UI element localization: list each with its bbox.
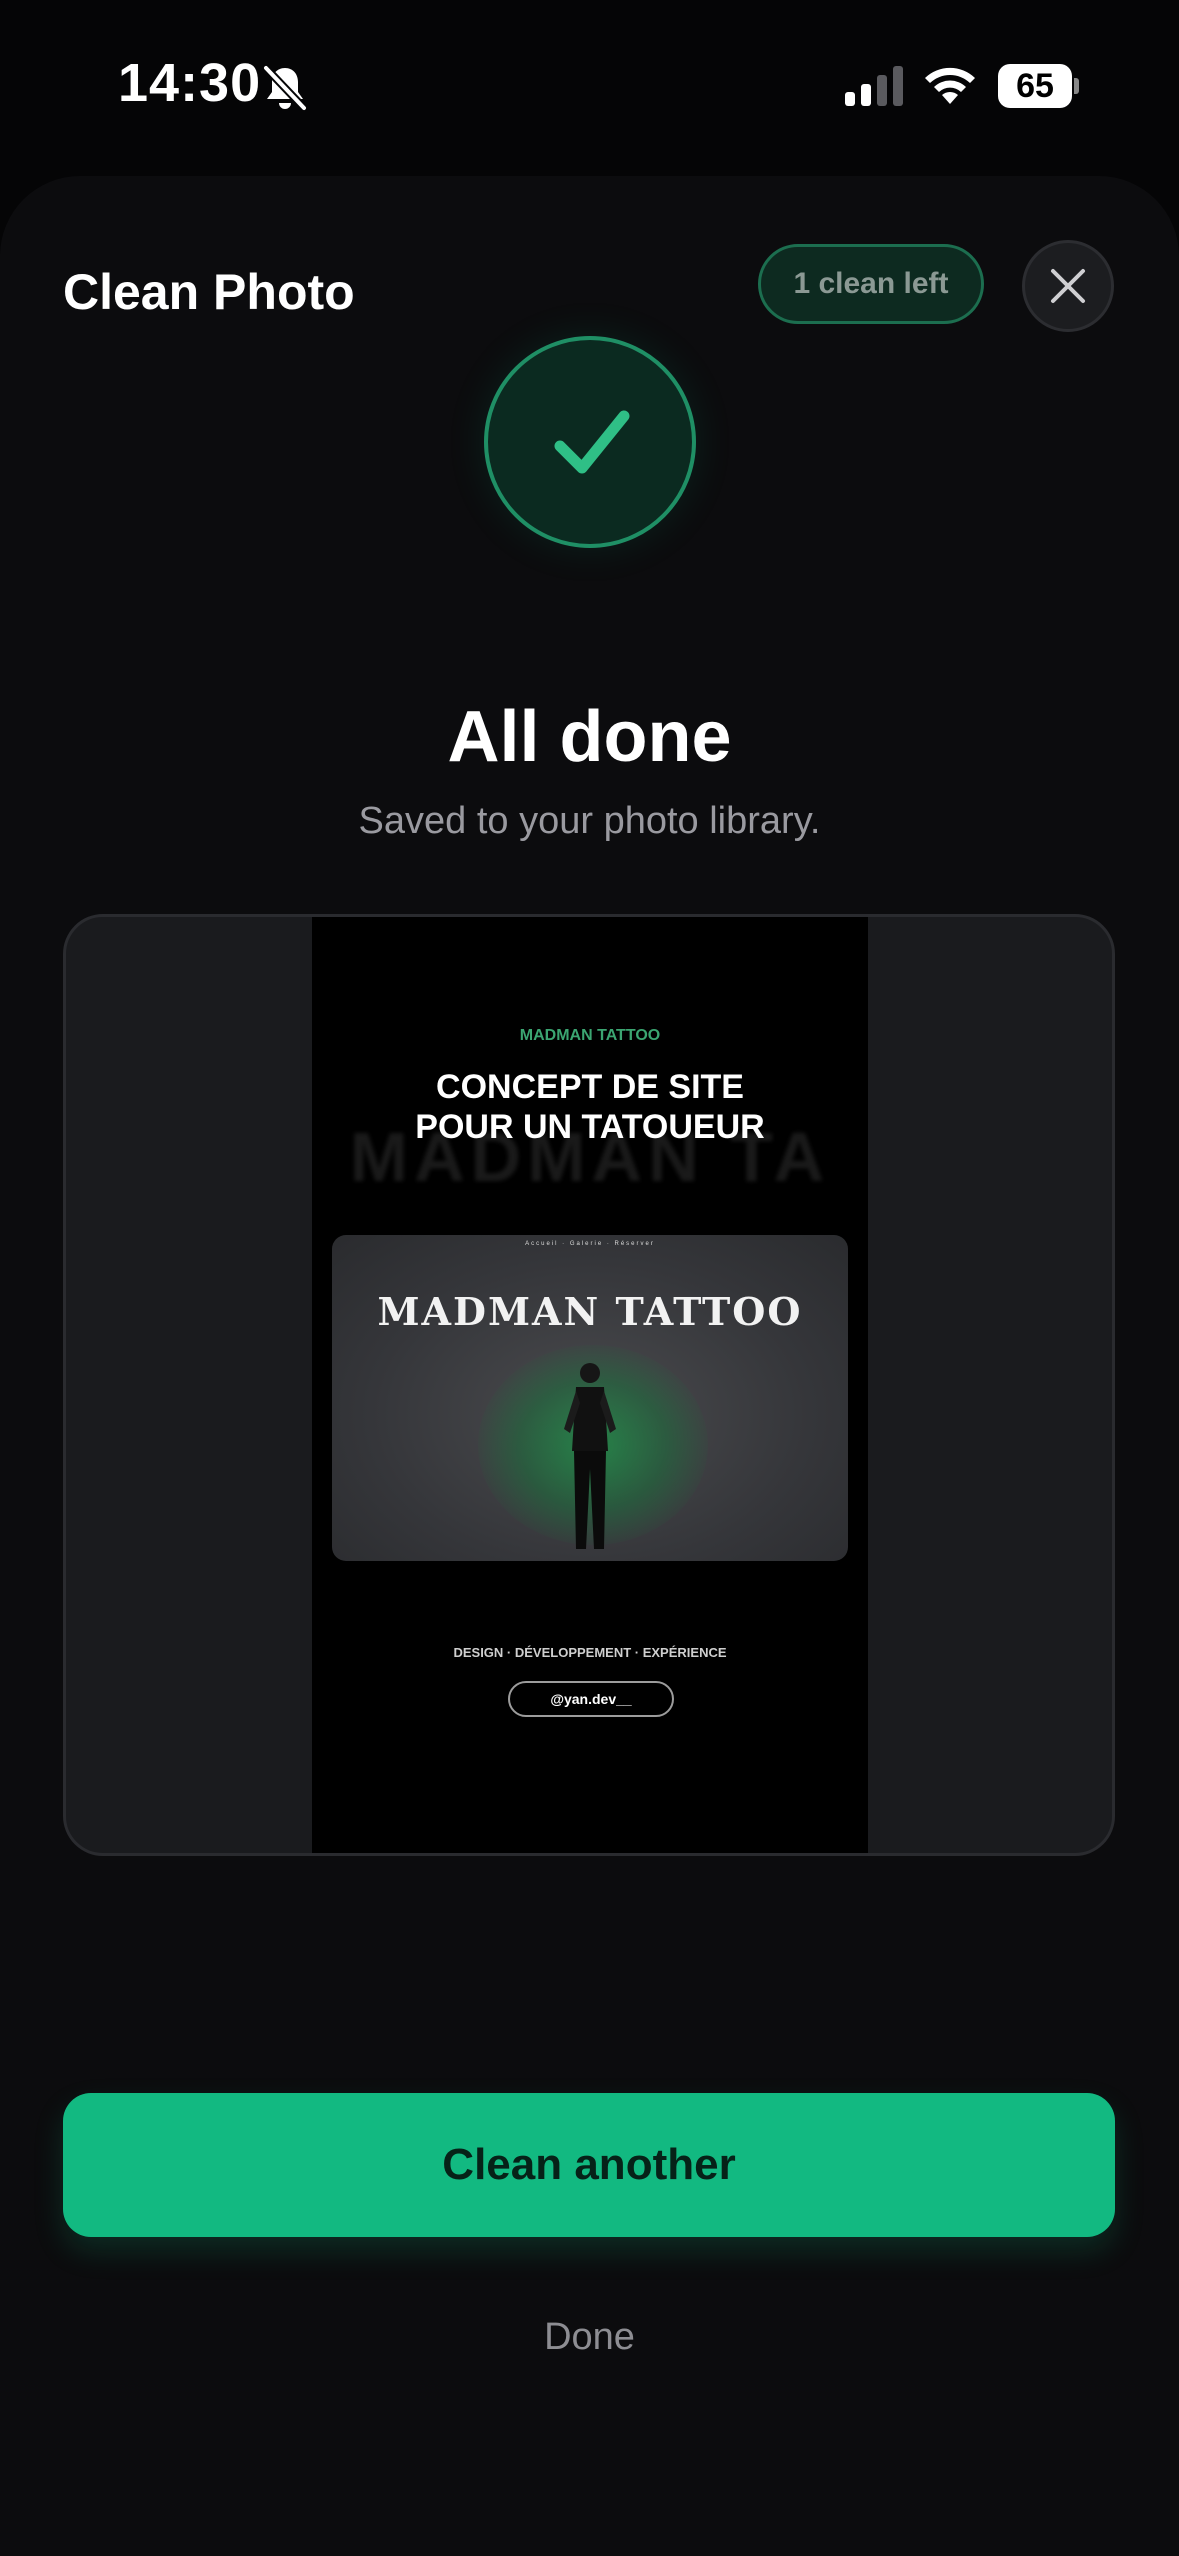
battery-level: 65 [998,64,1072,108]
preview-hero-nav: Accueil · Galerie · Réserver [525,1241,655,1247]
clean-another-button[interactable]: Clean another [63,2093,1115,2237]
preview-handle: @yan.dev__ [508,1681,674,1717]
preview-headline: CONCEPT DE SITE POUR UN TATOUEUR [312,1067,868,1147]
person-figure-icon [564,1363,616,1549]
preview-tagline: DESIGN · DÉVELOPPEMENT · EXPÉRIENCE [453,1645,727,1660]
checkmark-icon [554,410,630,474]
close-icon [1051,269,1085,303]
success-badge [484,336,696,548]
bell-slash-icon [263,65,307,111]
preview-hero-image: Accueil · Galerie · Réserver MADMAN TATT… [332,1235,848,1561]
status-time: 14:30 [118,53,262,113]
close-button[interactable] [1022,240,1114,332]
done-subtitle: Saved to your photo library. [358,800,821,842]
preview-headline-line2: POUR UN TATOUEUR [415,1108,765,1146]
battery-icon: 65 [998,64,1079,108]
status-bar: 14:30 65 [0,0,1179,170]
preview-brand: MADMAN TATTOO [519,1027,661,1044]
preview-hero-title: MADMAN TATTOO [377,1289,803,1334]
photo-preview-card: MADMAN TA MADMAN TATTOO CONCEPT DE SITE … [63,914,1115,1856]
done-button[interactable]: Done [0,2316,1179,2359]
cleans-remaining-badge: 1 clean left [758,244,984,324]
cellular-signal-icon [845,66,903,106]
preview-headline-line1: CONCEPT DE SITE [436,1068,744,1106]
cleaned-photo: MADMAN TA MADMAN TATTOO CONCEPT DE SITE … [312,917,868,1853]
wifi-icon [925,67,975,104]
battery-cap [1074,78,1079,94]
sheet-title: Clean Photo [63,264,355,320]
done-heading: All done [447,697,732,777]
